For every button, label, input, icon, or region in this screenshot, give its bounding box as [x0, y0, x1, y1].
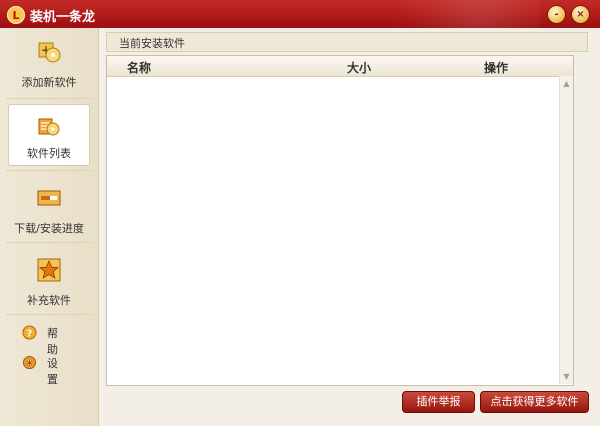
nav-software-list-label: 软件列表 — [27, 147, 71, 160]
column-header-size[interactable]: 大小 — [347, 59, 371, 76]
nav-extra-software-label: 补充软件 — [27, 294, 71, 307]
title-decoration — [340, 0, 540, 28]
settings-label: 设置 — [47, 357, 58, 386]
svg-text:?: ? — [27, 328, 32, 339]
sidebar: + 添加新软件 软件列表 下载/安装进度 补充软件 ? 帮助 ✱ 设置 — [0, 28, 99, 426]
get-more-software-button[interactable]: 点击获得更多软件 — [480, 391, 589, 413]
sidebar-divider — [6, 98, 92, 99]
add-software-icon: + — [38, 42, 61, 63]
sidebar-divider — [6, 170, 92, 171]
title-bar[interactable]: L 装机一条龙 - × — [0, 0, 600, 28]
sidebar-divider — [6, 314, 92, 315]
scroll-up-icon[interactable]: ▲ — [562, 79, 571, 88]
vertical-scrollbar[interactable]: ▲ ▼ — [559, 76, 573, 384]
nav-add-software-label: 添加新软件 — [21, 76, 77, 89]
report-plugin-button[interactable]: 插件举报 — [402, 391, 475, 413]
window-title: 装机一条龙 — [30, 10, 96, 25]
nav-add-software[interactable]: + 添加新软件 — [0, 28, 98, 98]
close-button[interactable]: × — [571, 5, 590, 24]
help-icon: ? — [22, 325, 37, 340]
nav-software-list[interactable]: 软件列表 — [8, 104, 90, 166]
help-label: 帮助 — [47, 327, 58, 356]
app-logo-icon: L — [7, 6, 25, 24]
download-progress-icon — [37, 190, 61, 206]
nav-download-progress[interactable]: 下载/安装进度 — [0, 174, 98, 244]
gear-icon: ✱ — [22, 355, 37, 370]
scroll-down-icon[interactable]: ▼ — [562, 372, 571, 381]
nav-extra-software[interactable]: 补充软件 — [0, 246, 98, 316]
minimize-button[interactable]: - — [547, 5, 566, 24]
column-header-name[interactable]: 名称 — [127, 59, 151, 76]
section-title: 当前安装软件 — [119, 37, 185, 50]
nav-download-progress-label: 下载/安装进度 — [14, 222, 84, 235]
column-header-action[interactable]: 操作 — [484, 59, 508, 76]
star-icon — [37, 258, 61, 282]
svg-text:✱: ✱ — [26, 358, 32, 367]
software-list-panel[interactable]: 名称 大小 操作 ▲ ▼ — [106, 55, 574, 386]
section-header: 当前安装软件 — [106, 32, 588, 52]
app-window: L 装机一条龙 - × + 添加新软件 软件列表 下载/安装进度 补充软件 ? … — [0, 0, 600, 426]
software-list-icon — [38, 118, 60, 136]
sidebar-divider — [6, 242, 92, 243]
list-header: 名称 大小 操作 — [107, 56, 573, 77]
